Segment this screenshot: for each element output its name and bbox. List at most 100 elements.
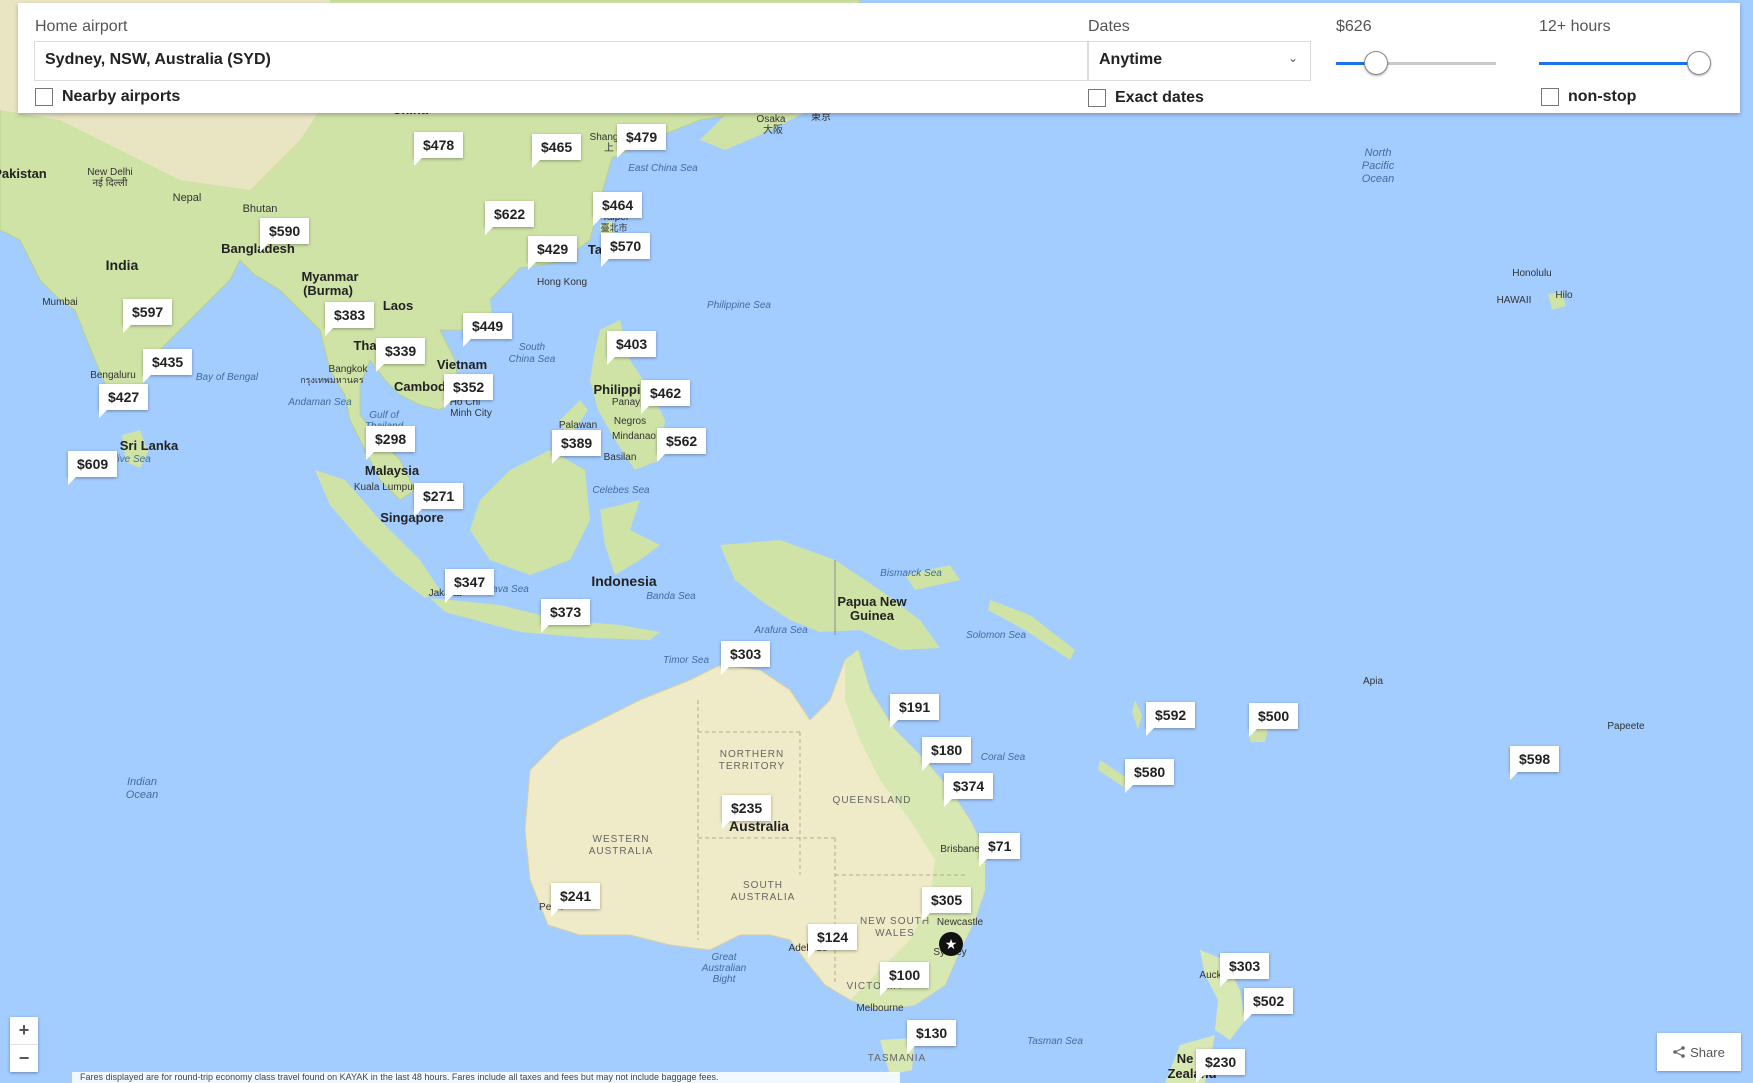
place-label: Kuala Lumpur	[354, 482, 417, 493]
place-label: 上	[604, 142, 614, 154]
place-label: Papua New	[837, 594, 907, 609]
share-button[interactable]: Share	[1657, 1033, 1741, 1071]
sea-label: Bay of Bengal	[196, 372, 259, 383]
sea-label: Solomon Sea	[966, 630, 1026, 641]
price-marker[interactable]: $100	[880, 962, 930, 996]
exact-dates-checkbox[interactable]	[1088, 89, 1106, 107]
price-marker[interactable]: $590	[260, 218, 310, 252]
price-marker[interactable]: $592	[1146, 702, 1196, 736]
price-marker[interactable]: $374	[944, 773, 994, 807]
price-marker[interactable]: $429	[528, 236, 578, 270]
price-marker[interactable]: $383	[325, 302, 375, 336]
place-label: 臺北市	[600, 222, 627, 233]
state-label: AUSTRALIA	[589, 846, 654, 857]
place-label: Apia	[1363, 676, 1383, 687]
sea-label: Great	[711, 952, 737, 963]
price-marker[interactable]: $562	[657, 428, 707, 462]
price-slider[interactable]	[1336, 51, 1496, 75]
price-marker[interactable]: $449	[463, 313, 513, 347]
price-marker[interactable]: $502	[1244, 988, 1294, 1022]
price-marker[interactable]: $462	[641, 380, 691, 414]
price-marker[interactable]: $427	[99, 384, 149, 418]
place-label: Shang	[590, 132, 619, 143]
home-airport-label: Home airport	[35, 18, 128, 35]
sea-label: China Sea	[509, 354, 556, 365]
price-slider-handle[interactable]	[1364, 51, 1388, 75]
price-marker[interactable]: $191	[890, 694, 940, 728]
place-label: Indonesia	[591, 573, 657, 589]
duration-slider[interactable]	[1539, 51, 1711, 75]
price-marker[interactable]: $389	[552, 430, 602, 464]
dates-select[interactable]: Anytime ⌄	[1088, 41, 1311, 81]
price-marker[interactable]: $622	[485, 201, 535, 235]
price-marker[interactable]: $598	[1510, 746, 1560, 780]
price-marker[interactable]: $124	[808, 924, 858, 958]
place-label: Vietnam	[437, 357, 487, 372]
price-marker[interactable]: $403	[607, 331, 657, 365]
price-marker[interactable]: $180	[922, 737, 972, 771]
price-marker[interactable]: $298	[366, 426, 416, 460]
place-label: Philippi	[594, 382, 641, 397]
sea-label: Australian	[701, 963, 747, 974]
price-marker[interactable]: $465	[532, 134, 582, 168]
sea-label: South	[519, 342, 546, 353]
place-label: Bengaluru	[90, 370, 136, 381]
zoom-out-button[interactable]: −	[10, 1045, 38, 1072]
state-label: NORTHERN	[720, 749, 784, 760]
price-marker[interactable]: $303	[721, 641, 771, 675]
price-marker[interactable]: $235	[722, 795, 772, 829]
price-marker[interactable]: $435	[143, 349, 193, 383]
price-marker[interactable]: $597	[123, 299, 173, 333]
place-label: Honolulu	[1512, 268, 1551, 279]
sea-label: Ocean	[126, 789, 158, 801]
price-marker[interactable]: $609	[68, 451, 118, 485]
place-label: Newcastle	[937, 917, 984, 928]
place-label: India	[106, 257, 139, 273]
place-label: Mumbai	[42, 297, 78, 308]
price-marker[interactable]: $373	[541, 599, 591, 633]
place-label: (Burma)	[303, 283, 353, 298]
price-marker[interactable]: $130	[907, 1020, 957, 1054]
nearby-airports-checkbox[interactable]	[35, 88, 53, 106]
sea-label: East China Sea	[628, 163, 698, 174]
nonstop-checkbox[interactable]	[1541, 88, 1559, 106]
star-icon: ★	[945, 937, 958, 953]
zoom-in-button[interactable]: +	[10, 1017, 38, 1045]
price-marker[interactable]: $580	[1125, 759, 1175, 793]
price-marker[interactable]: $570	[601, 233, 651, 267]
price-marker[interactable]: $303	[1220, 953, 1270, 987]
price-marker[interactable]: $347	[445, 569, 495, 603]
map-canvas[interactable]: East China Sea Philippine Sea SouthChina S…	[0, 0, 1753, 1083]
place-label: Negros	[614, 416, 646, 427]
state-label: WESTERN	[593, 834, 650, 845]
place-label: Melbourne	[856, 1003, 904, 1014]
price-marker[interactable]: $241	[551, 883, 601, 917]
price-marker[interactable]: $271	[414, 483, 464, 517]
dates-value: Anytime	[1099, 51, 1163, 68]
place-label: Papeete	[1607, 721, 1645, 732]
state-label: WALES	[875, 928, 915, 939]
price-marker[interactable]: $352	[444, 374, 494, 408]
price-marker[interactable]: $500	[1249, 703, 1299, 737]
place-label: Singapore	[380, 510, 444, 525]
price-marker[interactable]: $478	[414, 132, 464, 166]
zoom-control: + −	[10, 1017, 38, 1072]
price-marker[interactable]: $479	[617, 124, 667, 158]
place-label: Brisbane	[940, 844, 980, 855]
sea-label: North	[1365, 147, 1392, 159]
state-label: SOUTH	[743, 880, 783, 891]
price-marker[interactable]: $305	[922, 887, 972, 921]
sea-label: Ocean	[1362, 173, 1394, 185]
price-marker[interactable]: $339	[376, 338, 426, 372]
price-marker[interactable]: $464	[593, 192, 643, 226]
chevron-down-icon: ⌄	[1287, 51, 1298, 65]
place-label: Bhutan	[243, 203, 278, 215]
home-airport-marker[interactable]: ★	[939, 932, 963, 956]
price-marker[interactable]: $71	[979, 833, 1021, 867]
state-label: AUSTRALIA	[731, 892, 796, 903]
place-label: Nepal	[173, 192, 202, 204]
sea-label: Philippine Sea	[707, 300, 771, 311]
duration-slider-handle[interactable]	[1687, 51, 1711, 75]
price-marker[interactable]: $230	[1196, 1049, 1246, 1083]
home-airport-input[interactable]: Sydney, NSW, Australia (SYD)	[34, 41, 1088, 81]
